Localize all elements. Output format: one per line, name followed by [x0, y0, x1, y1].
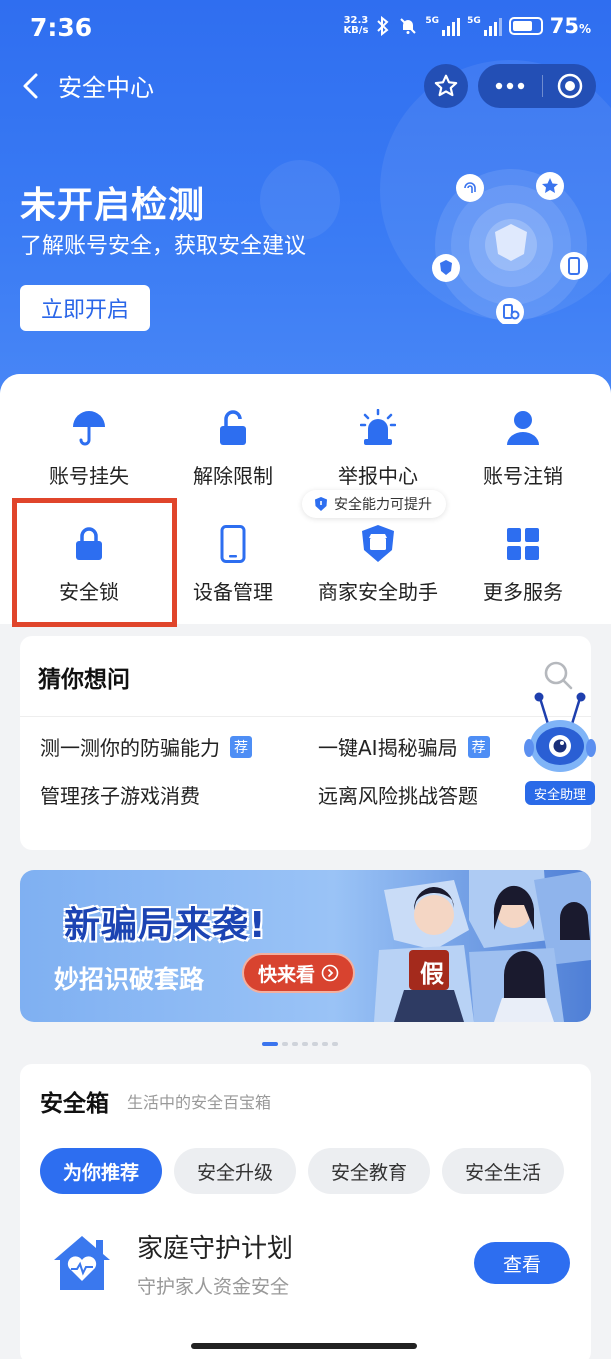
target-icon [557, 73, 582, 99]
plan-title: 家庭守护计划 [137, 1234, 294, 1264]
faq-question-text: 一键AI揭秘骗局 [318, 736, 458, 760]
promo-banner[interactable]: 新骗局来袭! 妙招识破套路 快来看 假 [20, 870, 591, 1022]
safety-box-tabs: 为你推荐 安全升级 安全教育 安全生活 [40, 1148, 565, 1194]
battery-icon [508, 17, 543, 35]
banner-title: 新骗局来袭! [64, 905, 267, 946]
hero-subtitle: 了解账号安全，获取安全建议 [20, 234, 307, 259]
assistant-label[interactable]: 安全助理 [525, 781, 595, 805]
radar-shield-icon [432, 169, 588, 324]
carousel-indicator [262, 1042, 338, 1046]
signal-label: 5G [467, 16, 481, 26]
status-icons: 32.3 KB/s 5G 5G 75% [343, 14, 591, 38]
service-merchant-assistant[interactable]: 商家安全助手 [305, 524, 451, 624]
capability-badge: 安全能力可提升 [302, 490, 446, 518]
recommend-badge: 荐 [467, 735, 490, 758]
faq-card: 猜你想问 测一测你的防骗能力 荐 一键AI揭秘骗局 荐 管理孩子游戏消费 远离风… [20, 636, 591, 850]
faq-question-text: 测一测你的防骗能力 [40, 736, 220, 760]
capability-badge-text: 安全能力可提升 [334, 497, 432, 513]
faq-question-text: 远离风险挑战答题 [318, 784, 478, 808]
puzzle-people-illustration [374, 870, 591, 1022]
service-label: 账号注销 [483, 464, 563, 488]
arrow-circle-icon [321, 964, 339, 982]
user-icon [503, 408, 543, 448]
status-bar: 7:36 32.3 KB/s 5G 5G 75% [0, 0, 611, 58]
recommend-badge: 荐 [230, 735, 252, 758]
banner-subtitle: 妙招识破套路 [54, 965, 205, 994]
faq-question-text: 管理孩子游戏消费 [40, 784, 200, 808]
favorite-button[interactable] [424, 64, 468, 108]
faq-question[interactable]: 远离风险挑战答题 [318, 780, 478, 809]
banner-cta-button[interactable]: 快来看 [242, 953, 356, 993]
home-indicator[interactable] [191, 1343, 417, 1349]
service-unrestrict[interactable]: 解除限制 [160, 408, 306, 508]
hero-title: 未开启检测 [20, 185, 206, 226]
family-house-icon [54, 1236, 110, 1290]
highlight-box [12, 498, 177, 627]
tab-life[interactable]: 安全生活 [442, 1148, 565, 1194]
service-label: 解除限制 [193, 464, 273, 488]
grid-icon [503, 524, 543, 564]
tab-recommended[interactable]: 为你推荐 [40, 1148, 163, 1194]
back-arrow-icon[interactable] [16, 70, 48, 102]
net-speed: 32.3 KB/s [343, 16, 368, 36]
phone-icon [213, 524, 253, 564]
service-cancel-account[interactable]: 账号注销 [450, 408, 596, 508]
service-label: 设备管理 [193, 580, 273, 604]
service-more[interactable]: 更多服务 [450, 524, 596, 624]
banner-stamp: 假 [420, 959, 444, 988]
more-dots-icon [495, 82, 525, 90]
signal-icon: 5G [467, 16, 502, 36]
faq-question[interactable]: 测一测你的防骗能力 荐 [40, 732, 252, 761]
hero-section: 7:36 32.3 KB/s 5G 5G 75% 安全中心 未开启检测 了解账号… [0, 0, 611, 420]
status-time: 7:36 [30, 13, 93, 42]
alarm-icon [358, 408, 398, 448]
shop-shield-icon [358, 524, 398, 564]
safety-box-title: 安全箱 [40, 1091, 109, 1117]
divider [20, 716, 591, 717]
tab-upgrade[interactable]: 安全升级 [174, 1148, 297, 1194]
faq-question[interactable]: 一键AI揭秘骗局 荐 [318, 732, 490, 761]
unlock-icon [213, 408, 253, 448]
service-device-management[interactable]: 设备管理 [160, 524, 306, 624]
miniapp-capsule [478, 64, 596, 108]
tab-education[interactable]: 安全教育 [308, 1148, 431, 1194]
service-label: 商家安全助手 [318, 580, 438, 604]
battery-value: 75 [549, 14, 579, 38]
view-button[interactable]: 查看 [474, 1242, 570, 1284]
faq-title: 猜你想问 [38, 667, 130, 693]
enable-detection-button[interactable]: 立即开启 [20, 285, 150, 331]
faq-question[interactable]: 管理孩子游戏消费 [40, 780, 200, 809]
signal-label: 5G [425, 16, 440, 26]
service-report-loss[interactable]: 账号挂失 [16, 408, 162, 508]
banner-cta-label: 快来看 [258, 963, 316, 986]
nav-bar: 安全中心 [0, 60, 611, 112]
page-title: 安全中心 [58, 74, 154, 102]
bluetooth-icon [377, 16, 389, 36]
mute-bell-icon [400, 18, 417, 34]
battery-percent: 75% [550, 14, 591, 38]
signal-icon: 5G [425, 16, 461, 36]
safety-box-subtitle: 生活中的安全百宝箱 [127, 1093, 272, 1112]
service-label: 账号挂失 [49, 464, 129, 488]
more-button[interactable] [478, 82, 542, 90]
close-miniapp-button[interactable] [543, 72, 596, 100]
net-speed-unit: KB/s [343, 25, 369, 36]
umbrella-icon [69, 408, 109, 448]
star-icon [434, 74, 458, 97]
service-label: 更多服务 [483, 580, 563, 604]
safety-box-card: 安全箱 生活中的安全百宝箱 为你推荐 安全升级 安全教育 安全生活 家庭守护计划… [20, 1064, 591, 1359]
shield-icon [315, 497, 327, 511]
battery-unit: % [578, 22, 591, 36]
plan-subtitle: 守护家人资金安全 [137, 1276, 290, 1298]
service-label: 举报中心 [338, 464, 418, 488]
search-icon[interactable] [543, 660, 573, 690]
